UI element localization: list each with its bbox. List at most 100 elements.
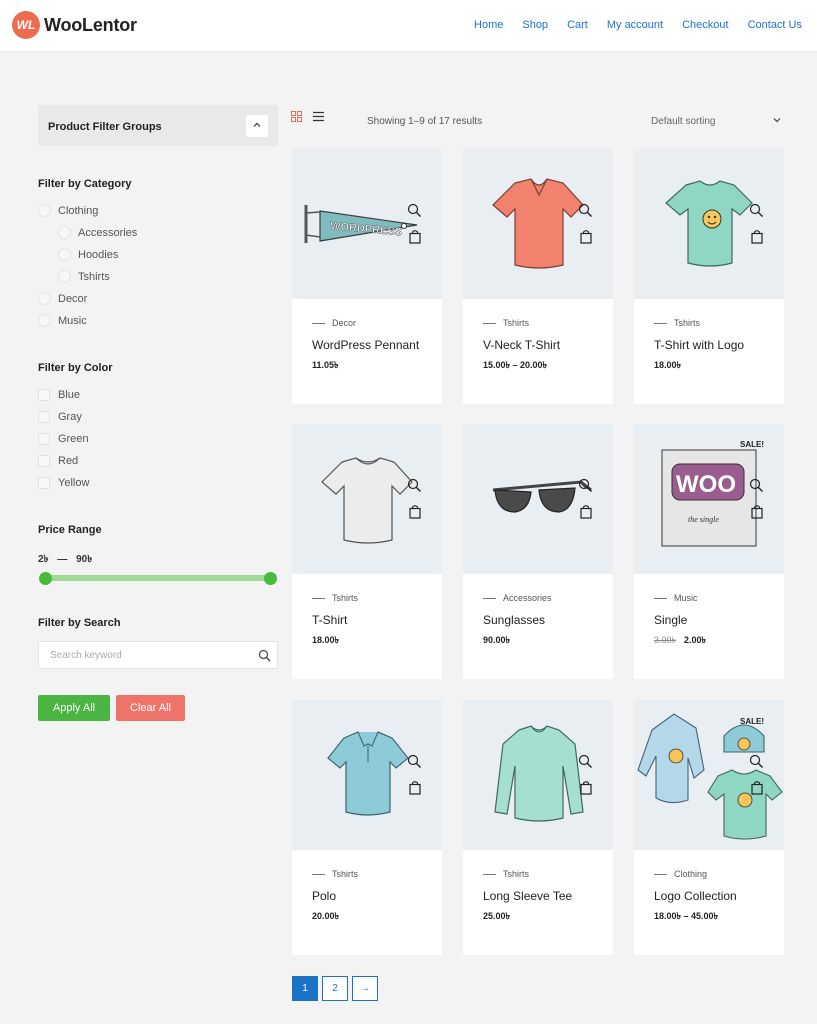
search-input[interactable] (50, 650, 250, 661)
price-current: 18.00৳ (654, 360, 682, 370)
color-option-green[interactable]: Green (38, 433, 89, 445)
product-card[interactable]: SALE! Clothing Logo Collection 18.00৳ – … (634, 700, 784, 955)
product-title[interactable]: Single (654, 613, 687, 627)
category-option-accessories[interactable]: Accessories (58, 226, 137, 239)
product-card[interactable]: Tshirts T-Shirt with Logo 18.00৳ (634, 149, 784, 404)
checkbox-icon (38, 411, 50, 423)
search-filter-title: Filter by Search (38, 617, 121, 629)
search-box (38, 641, 278, 669)
product-image[interactable]: SALE! (634, 700, 784, 850)
price-slider-min-handle[interactable] (39, 572, 52, 585)
site-header: WL WooLentor Home Shop Cart My account C… (0, 0, 817, 52)
product-image[interactable] (463, 424, 613, 574)
nav-contact-us[interactable]: Contact Us (748, 19, 802, 31)
product-category[interactable]: Tshirts (483, 869, 529, 879)
apply-all-button[interactable]: Apply All (38, 695, 110, 721)
product-title[interactable]: V-Neck T-Shirt (483, 338, 560, 352)
nav-cart[interactable]: Cart (567, 19, 588, 31)
add-to-cart-icon[interactable] (751, 505, 763, 524)
product-image[interactable] (634, 149, 784, 299)
quick-view-icon[interactable] (407, 478, 422, 498)
product-price: 3.00৳ 2.00৳ (654, 633, 706, 648)
main-nav: Home Shop Cart My account Checkout Conta… (474, 19, 802, 31)
quick-view-icon[interactable] (407, 754, 422, 774)
product-card[interactable]: Tshirts T-Shirt 18.00৳ (292, 424, 442, 679)
product-image[interactable] (463, 700, 613, 850)
nav-home[interactable]: Home (474, 19, 503, 31)
product-card[interactable]: Tshirts Polo 20.00৳ (292, 700, 442, 955)
album-text: WOO (676, 471, 736, 498)
product-card[interactable]: Tshirts V-Neck T-Shirt 15.00৳ – 20.00৳ (463, 149, 613, 404)
nav-checkout[interactable]: Checkout (682, 19, 728, 31)
product-image[interactable] (292, 424, 442, 574)
product-title[interactable]: Polo (312, 889, 336, 903)
price-slider-track[interactable] (44, 575, 272, 581)
product-price: 18.00৳ – 45.00৳ (654, 909, 718, 924)
product-category[interactable]: Tshirts (654, 318, 700, 328)
nav-shop[interactable]: Shop (522, 19, 548, 31)
next-page-button[interactable]: → (352, 976, 378, 1001)
add-to-cart-icon[interactable] (580, 230, 592, 249)
product-title[interactable]: Sunglasses (483, 613, 545, 627)
add-to-cart-icon[interactable] (751, 781, 763, 800)
product-title[interactable]: Long Sleeve Tee (483, 889, 572, 903)
add-to-cart-icon[interactable] (580, 781, 592, 800)
page-1-button[interactable]: 1 (292, 976, 318, 1001)
color-option-gray[interactable]: Gray (38, 411, 82, 423)
sorting-select[interactable]: Default sorting (651, 116, 782, 127)
product-category[interactable]: Tshirts (483, 318, 529, 328)
color-filter-title: Filter by Color (38, 362, 113, 374)
product-title[interactable]: Logo Collection (654, 889, 737, 903)
product-image[interactable]: WORDPRESS (292, 149, 442, 299)
quick-view-icon[interactable] (578, 754, 593, 774)
list-view-icon[interactable] (313, 109, 324, 127)
product-category[interactable]: Decor (312, 318, 356, 328)
tshirt-logo-illustration (665, 180, 753, 267)
product-category[interactable]: Clothing (654, 869, 707, 879)
product-card[interactable]: Tshirts Long Sleeve Tee 25.00৳ (463, 700, 613, 955)
color-option-blue[interactable]: Blue (38, 389, 80, 401)
add-to-cart-icon[interactable] (409, 505, 421, 524)
product-category[interactable]: Music (654, 593, 698, 603)
category-label: Clothing (58, 204, 99, 217)
grid-view-icon[interactable] (291, 109, 302, 127)
quick-view-icon[interactable] (749, 478, 764, 498)
quick-view-icon[interactable] (578, 203, 593, 223)
category-option-music[interactable]: Music (38, 314, 87, 327)
product-image[interactable]: SALE! WOO the single (634, 424, 784, 574)
quick-view-icon[interactable] (578, 478, 593, 498)
category-option-hoodies[interactable]: Hoodies (58, 248, 118, 261)
product-card[interactable]: WORDPRESS Decor WordPress Pennant 11.05৳ (292, 149, 442, 404)
add-to-cart-icon[interactable] (409, 781, 421, 800)
category-option-tshirts[interactable]: Tshirts (58, 270, 110, 283)
product-card[interactable]: SALE! WOO the single Music Single 3.00৳ 2… (634, 424, 784, 679)
color-option-yellow[interactable]: Yellow (38, 477, 89, 489)
product-image[interactable] (292, 700, 442, 850)
site-logo[interactable]: WL WooLentor (12, 11, 137, 39)
category-option-decor[interactable]: Decor (38, 292, 87, 305)
color-option-red[interactable]: Red (38, 455, 78, 467)
product-title[interactable]: T-Shirt (312, 613, 347, 627)
category-option-clothing[interactable]: Clothing (38, 204, 98, 217)
product-title[interactable]: T-Shirt with Logo (654, 338, 744, 352)
chevron-down-icon (772, 115, 782, 128)
price-slider-max-handle[interactable] (264, 572, 277, 585)
quick-view-icon[interactable] (407, 203, 422, 223)
nav-my-account[interactable]: My account (607, 19, 663, 31)
add-to-cart-icon[interactable] (751, 230, 763, 249)
product-image[interactable] (463, 149, 613, 299)
product-title[interactable]: WordPress Pennant (312, 338, 419, 352)
collapse-button[interactable] (246, 115, 268, 137)
search-icon[interactable] (258, 649, 271, 667)
product-price: 90.00৳ (483, 633, 510, 648)
product-card[interactable]: Accessories Sunglasses 90.00৳ (463, 424, 613, 679)
add-to-cart-icon[interactable] (409, 230, 421, 249)
clear-all-button[interactable]: Clear All (116, 695, 185, 721)
add-to-cart-icon[interactable] (580, 505, 592, 524)
product-category[interactable]: Accessories (483, 593, 552, 603)
page-2-button[interactable]: 2 (322, 976, 348, 1001)
product-category[interactable]: Tshirts (312, 593, 358, 603)
quick-view-icon[interactable] (749, 754, 764, 774)
product-category[interactable]: Tshirts (312, 869, 358, 879)
quick-view-icon[interactable] (749, 203, 764, 223)
